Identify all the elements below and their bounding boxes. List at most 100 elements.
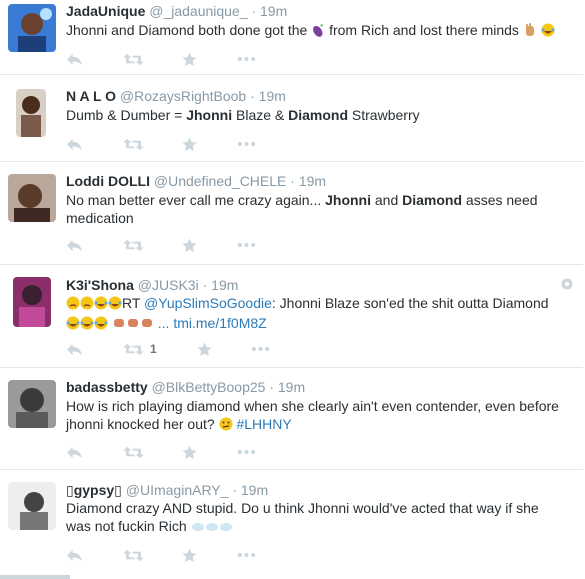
tweet-2[interactable]: N A L O @RozaysRightBoob · 19m Dumb & Du… — [0, 75, 583, 162]
separator: · — [251, 3, 257, 19]
more-icon[interactable] — [237, 443, 256, 461]
tweet-text-part: RT — [122, 295, 145, 311]
retweet-icon[interactable] — [123, 236, 144, 254]
reply-icon[interactable] — [66, 236, 83, 254]
avatar[interactable] — [8, 174, 56, 222]
tweet-5[interactable]: badassbetty @BlkBettyBoop25 · 19m How is… — [0, 368, 583, 470]
user-name[interactable]: badassbetty — [66, 379, 148, 395]
reply-icon[interactable] — [66, 50, 83, 68]
more-icon[interactable] — [237, 236, 256, 254]
timestamp[interactable]: 19m — [211, 277, 238, 293]
cloud-emoji-icon — [219, 519, 233, 537]
avatar[interactable] — [8, 4, 56, 52]
tweet-line: ... tmi.me/1f0M8Z — [66, 314, 571, 334]
timestamp[interactable]: 19m — [259, 88, 286, 104]
tweet-text: RT @YupSlimSoGoodie: Jhonni Blaze son'ed… — [66, 294, 571, 334]
star-icon[interactable] — [182, 546, 197, 564]
reply-icon[interactable] — [66, 340, 83, 358]
star-icon[interactable] — [182, 50, 197, 68]
tweet-header: N A L O @RozaysRightBoob · 19m — [66, 87, 286, 105]
star-icon[interactable] — [182, 236, 197, 254]
tweet-3[interactable]: Loddi DOLLI @Undefined_CHELE · 19m No ma… — [0, 162, 583, 265]
user-handle[interactable]: @Undefined_CHELE — [154, 173, 287, 189]
avatar[interactable] — [8, 482, 56, 530]
keyword: Jhonni — [186, 107, 233, 123]
tweet-4[interactable]: K3i'Shona @JUSK3i · 19m RT @YupSlimSoGoo… — [0, 265, 583, 368]
tweet-line: Diamond crazy AND stupid. Do u think Jho… — [66, 500, 539, 516]
cloud-emoji-icon — [205, 519, 219, 537]
tweet-header: Loddi DOLLI @Undefined_CHELE · 19m — [66, 172, 326, 190]
more-icon[interactable] — [237, 546, 256, 564]
user-handle[interactable]: @BlkBettyBoop25 — [152, 379, 266, 395]
user-name[interactable]: K3i'Shona — [66, 277, 134, 293]
tweet-header: JadaUnique @_jadaunique_ · 19m — [66, 2, 287, 20]
tweet-line: was not fuckin Rich — [66, 517, 571, 537]
retweet-icon[interactable] — [123, 50, 144, 68]
tweet-text: Dumb & Dumber = Jhonni Blaze & Diamond S… — [66, 106, 571, 124]
tweet-text-part: No man better ever call me crazy again..… — [66, 192, 326, 208]
user-name[interactable]: Loddi DOLLI — [66, 173, 150, 189]
timestamp[interactable]: 19m — [299, 173, 326, 189]
laughing-emoji-icon — [94, 316, 108, 334]
more-icon[interactable] — [237, 50, 256, 68]
reply-icon[interactable] — [66, 135, 83, 153]
separator: · — [250, 88, 255, 104]
weary-emoji-icon — [80, 296, 94, 314]
gear-icon[interactable] — [561, 277, 573, 295]
keyword: Diamond — [288, 107, 349, 123]
hashtag-link[interactable]: #LHHNY — [236, 416, 291, 432]
timestamp[interactable]: 19m — [278, 379, 305, 395]
more-icon[interactable] — [251, 340, 270, 358]
horizontal-scrollbar[interactable] — [0, 575, 70, 579]
tweet-text-part: Blaze & — [232, 107, 289, 123]
mention-link[interactable]: @YupSlimSoGoodie — [144, 295, 272, 311]
star-icon[interactable] — [182, 135, 197, 153]
user-handle[interactable]: @UImaginARY_ — [126, 482, 229, 498]
user-handle[interactable]: @_jadaunique_ — [149, 3, 247, 19]
more-icon[interactable] — [237, 135, 256, 153]
reply-icon[interactable] — [66, 546, 83, 564]
reply-icon[interactable] — [66, 443, 83, 461]
laughing-emoji-icon — [541, 23, 555, 41]
separator: · — [290, 173, 295, 189]
laughing-emoji-icon — [108, 296, 122, 314]
fist-emoji-icon — [140, 316, 154, 334]
cloud-emoji-icon — [191, 519, 205, 537]
tweet-line: jhonni knocked her out? #LHHNY — [66, 415, 571, 435]
eggplant-emoji-icon — [311, 23, 325, 41]
tweet-text-part: : Jhonni Blaze son'ed the shit outta Dia… — [271, 295, 549, 311]
separator: · — [269, 379, 274, 395]
tweet-line: How is rich playing diamond when she cle… — [66, 398, 559, 414]
weary-emoji-icon — [66, 296, 80, 314]
user-handle[interactable]: @JUSK3i — [138, 277, 199, 293]
tweet-1[interactable]: JadaUnique @_jadaunique_ · 19m Jhonni an… — [0, 0, 583, 75]
avatar[interactable] — [13, 277, 51, 327]
timestamp[interactable]: 19m — [241, 482, 268, 498]
tweet-text-part: from Rich and lost there minds — [329, 22, 519, 38]
user-handle[interactable]: @RozaysRightBoob — [120, 88, 246, 104]
tweet-text-part: Dumb & Dumber = — [66, 107, 187, 123]
tweet-text-part: and — [371, 192, 403, 208]
tweet-text: Diamond crazy AND stupid. Do u think Jho… — [66, 499, 571, 537]
retweet-icon[interactable] — [123, 135, 144, 153]
tweet-text-part: Jhonni and Diamond both done got the — [66, 22, 308, 38]
star-icon[interactable] — [182, 443, 197, 461]
star-icon[interactable] — [197, 340, 212, 358]
tweet-text-part: jhonni knocked her out? — [66, 416, 215, 432]
retweet-icon[interactable]: 1 — [123, 340, 157, 358]
user-name[interactable]: JadaUnique — [66, 3, 145, 19]
laughing-emoji-icon — [66, 316, 80, 334]
confused-emoji-icon — [219, 417, 233, 435]
avatar[interactable] — [8, 380, 56, 428]
tweet-link[interactable]: ... tmi.me/1f0M8Z — [158, 315, 267, 331]
timestamp[interactable]: 19m — [260, 3, 287, 19]
tweet-6[interactable]: ▯gypsy▯ @UImaginARY_ · 19m Diamond crazy… — [0, 470, 583, 575]
avatar[interactable] — [16, 89, 46, 137]
separator: · — [202, 277, 208, 293]
retweet-icon[interactable] — [123, 443, 144, 461]
user-name[interactable]: N A L O — [66, 88, 116, 104]
tweet-text: Jhonni and Diamond both done got the fro… — [66, 21, 571, 41]
tweet-text-part: asses need — [462, 192, 538, 208]
retweet-icon[interactable] — [123, 546, 144, 564]
user-name[interactable]: ▯gypsy▯ — [66, 482, 122, 498]
